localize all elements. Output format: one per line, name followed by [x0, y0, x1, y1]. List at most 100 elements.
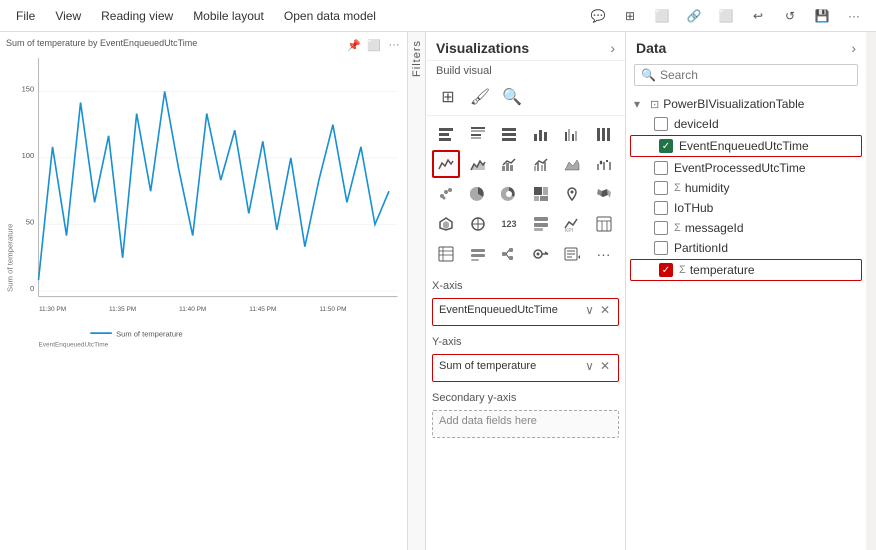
y-axis-value: Sum of temperature: [439, 360, 536, 372]
field-PartitionId[interactable]: PartitionId: [626, 238, 866, 258]
line-clustered-btn[interactable]: [527, 150, 555, 178]
x-axis-dropdown-icon[interactable]: ∨: [583, 303, 596, 317]
svg-text:150: 150: [22, 84, 35, 93]
field-temperature[interactable]: ✓ Σ temperature: [630, 259, 862, 281]
redo-icon-btn[interactable]: ↺: [776, 2, 804, 30]
x-axis-field-box[interactable]: EventEnqueuedUtcTime ∨ ✕: [432, 298, 619, 326]
ribbon-chart-btn[interactable]: [558, 150, 586, 178]
filled-map-btn[interactable]: [590, 180, 618, 208]
table-expand-item[interactable]: ▾ ⊡ PowerBIVisualizationTable: [626, 94, 866, 114]
search-input[interactable]: [660, 68, 851, 82]
multi-row-card-btn[interactable]: [527, 210, 555, 238]
table-btn[interactable]: [590, 210, 618, 238]
field-deviceId[interactable]: deviceId: [626, 114, 866, 134]
menu-reading-view[interactable]: Reading view: [93, 5, 181, 27]
checkbox-IoTHub[interactable]: [654, 201, 668, 215]
checkbox-messageId[interactable]: [654, 221, 668, 235]
svg-text:0: 0: [30, 284, 34, 293]
field-messageId[interactable]: Σ messageId: [626, 218, 866, 238]
placeholder1-icon-btn[interactable]: ⬜: [712, 2, 740, 30]
y-axis-dropdown-icon[interactable]: ∨: [583, 359, 596, 373]
main-layout: Sum of temperature by EventEnqueuedUtcTi…: [0, 32, 876, 550]
checkbox-EventEnqueuedUtcTime[interactable]: ✓: [659, 139, 673, 153]
menu-view[interactable]: View: [47, 5, 89, 27]
map-btn[interactable]: [558, 180, 586, 208]
clustered-bar-horiz-icon[interactable]: [464, 120, 492, 148]
database-icon: ⊡: [650, 98, 659, 111]
checkbox-humidity[interactable]: [654, 181, 668, 195]
sigma-messageId-icon: Σ: [674, 222, 681, 234]
matrix-btn[interactable]: [432, 240, 460, 268]
analytics-icon[interactable]: 🔍: [498, 83, 526, 111]
line-stacked-btn[interactable]: [495, 150, 523, 178]
svg-text:11:45 PM: 11:45 PM: [249, 306, 276, 313]
100pct-col-icon[interactable]: [590, 120, 618, 148]
svg-text:50: 50: [26, 217, 34, 226]
field-IoTHub[interactable]: IoTHub: [626, 198, 866, 218]
apps-icon-btn[interactable]: ⊞: [616, 2, 644, 30]
card-number-btn[interactable]: 123: [495, 210, 523, 238]
window-icon-btn[interactable]: ⬜: [648, 2, 676, 30]
100pct-bar-horiz-icon[interactable]: [495, 120, 523, 148]
visualizations-panel: Visualizations › Build visual ⊞ 🖌 🔍: [426, 32, 626, 550]
stacked-bar-horiz-icon[interactable]: [432, 120, 460, 148]
sigma-humidity-icon: Σ: [674, 182, 681, 194]
menu-file[interactable]: File: [8, 5, 43, 27]
y-axis-field-box[interactable]: Sum of temperature ∨ ✕: [432, 354, 619, 382]
field-EventProcessedUtcTime[interactable]: EventProcessedUtcTime: [626, 158, 866, 178]
svg-text:11:30 PM: 11:30 PM: [39, 306, 66, 313]
field-name-temperature: temperature: [690, 263, 755, 277]
field-EventEnqueuedUtcTime[interactable]: ✓ EventEnqueuedUtcTime: [630, 135, 862, 157]
y-axis-section: Y-axis Sum of temperature ∨ ✕: [432, 334, 619, 382]
decomp-tree-btn[interactable]: [495, 240, 523, 268]
add-data-icon[interactable]: 🖌: [466, 83, 494, 111]
menu-open-data-model[interactable]: Open data model: [276, 5, 384, 27]
pie-btn[interactable]: [464, 180, 492, 208]
x-axis-label: X-axis: [432, 278, 619, 294]
checkbox-temperature[interactable]: ✓: [659, 263, 673, 277]
y-axis-label: Y-axis: [432, 334, 619, 350]
area-chart-btn[interactable]: [464, 150, 492, 178]
y-axis-remove-icon[interactable]: ✕: [598, 359, 612, 373]
comment-icon-btn[interactable]: 💬: [584, 2, 612, 30]
search-box[interactable]: 🔍: [634, 64, 858, 86]
slicer-btn[interactable]: [464, 240, 492, 268]
secondary-y-field-box[interactable]: Add data fields here: [432, 410, 619, 438]
viz-expand-icon[interactable]: ›: [610, 40, 615, 56]
build-fields: X-axis EventEnqueuedUtcTime ∨ ✕ Y-axis S: [426, 272, 625, 550]
smart-narrative-btn[interactable]: [558, 240, 586, 268]
kpi-btn[interactable]: KPI: [558, 210, 586, 238]
field-humidity[interactable]: Σ humidity: [626, 178, 866, 198]
checkbox-EventProcessedUtcTime[interactable]: [654, 161, 668, 175]
shape-map-btn[interactable]: [464, 210, 492, 238]
data-expand-icon[interactable]: ›: [851, 40, 856, 56]
more-visuals-btn[interactable]: ···: [590, 240, 618, 268]
waterfall-btn[interactable]: [590, 150, 618, 178]
link-icon-btn[interactable]: 🔗: [680, 2, 708, 30]
treemap-btn[interactable]: [527, 180, 555, 208]
checkbox-deviceId[interactable]: [654, 117, 668, 131]
checkbox-PartitionId[interactable]: [654, 241, 668, 255]
viz-panel-title: Visualizations: [436, 40, 529, 56]
x-axis-remove-icon[interactable]: ✕: [598, 303, 612, 317]
secondary-y-label: Secondary y-axis: [432, 390, 619, 406]
data-panel-title: Data: [636, 40, 666, 56]
donut-btn[interactable]: [495, 180, 523, 208]
svg-text:EventEnqueuedUtcTime: EventEnqueuedUtcTime: [39, 341, 109, 348]
stacked-column-icon[interactable]: [527, 120, 555, 148]
azure-map-btn[interactable]: [432, 210, 460, 238]
data-tree: ▾ ⊡ PowerBIVisualizationTable deviceId ✓…: [626, 90, 866, 550]
secondary-y-placeholder: Add data fields here: [439, 415, 537, 427]
svg-text:Sum of temperature: Sum of temperature: [116, 329, 183, 338]
svg-text:11:50 PM: 11:50 PM: [319, 306, 346, 313]
scatter-btn[interactable]: [432, 180, 460, 208]
save-icon-btn[interactable]: 💾: [808, 2, 836, 30]
clustered-col-icon[interactable]: [558, 120, 586, 148]
more-menu-btn[interactable]: ···: [840, 2, 868, 30]
viz-header: Visualizations ›: [426, 32, 625, 61]
format-visual-icon[interactable]: ⊞: [434, 83, 462, 111]
undo-icon-btn[interactable]: ↩: [744, 2, 772, 30]
line-chart-btn[interactable]: [432, 150, 460, 178]
menu-mobile-layout[interactable]: Mobile layout: [185, 5, 272, 27]
key-influencers-btn[interactable]: [527, 240, 555, 268]
